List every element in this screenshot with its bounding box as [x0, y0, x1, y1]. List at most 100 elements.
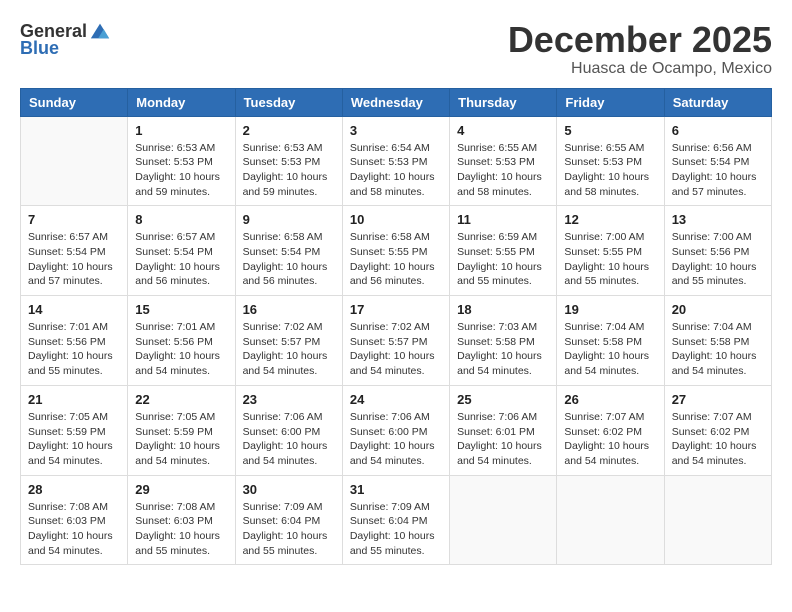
day-info: Sunrise: 7:01 AMSunset: 5:56 PMDaylight:…: [135, 320, 227, 379]
calendar-week-row: 7Sunrise: 6:57 AMSunset: 5:54 PMDaylight…: [21, 206, 772, 296]
calendar-cell: 28Sunrise: 7:08 AMSunset: 6:03 PMDayligh…: [21, 475, 128, 565]
day-info: Sunrise: 6:59 AMSunset: 5:55 PMDaylight:…: [457, 230, 549, 289]
day-number: 5: [564, 123, 656, 138]
day-info: Sunrise: 6:53 AMSunset: 5:53 PMDaylight:…: [243, 141, 335, 200]
day-info: Sunrise: 7:04 AMSunset: 5:58 PMDaylight:…: [672, 320, 764, 379]
column-header-thursday: Thursday: [450, 88, 557, 116]
calendar-cell: 1 Sunrise: 6:53 AMSunset: 5:53 PMDaylight…: [128, 116, 235, 206]
logo-blue: Blue: [20, 38, 59, 59]
page-header: General Blue December 2025 Huasca de Oca…: [20, 20, 772, 78]
day-number: 6: [672, 123, 764, 138]
day-number: 21: [28, 392, 120, 407]
day-number: 10: [350, 212, 442, 227]
calendar-cell: 21 Sunrise: 7:05 AMSunset: 5:59 PMDayligh…: [21, 385, 128, 475]
calendar-cell: 18 Sunrise: 7:03 AMSunset: 5:58 PMDayligh…: [450, 296, 557, 386]
calendar-cell: 9 Sunrise: 6:58 AMSunset: 5:54 PMDaylight…: [235, 206, 342, 296]
calendar-cell: 23Sunrise: 7:06 AMSunset: 6:00 PMDayligh…: [235, 385, 342, 475]
column-header-sunday: Sunday: [21, 88, 128, 116]
calendar-cell: 5 Sunrise: 6:55 AMSunset: 5:53 PMDaylight…: [557, 116, 664, 206]
day-info: Sunrise: 6:57 AMSunset: 5:54 PMDaylight:…: [28, 230, 120, 289]
day-info: Sunrise: 7:02 AMSunset: 5:57 PMDaylight:…: [243, 320, 335, 379]
day-number: 2: [243, 123, 335, 138]
calendar-cell: [450, 475, 557, 565]
calendar-cell: 26 Sunrise: 7:07 AMSunset: 6:02 PMDayligh…: [557, 385, 664, 475]
month-title: December 2025: [508, 20, 772, 60]
calendar-cell: 12 Sunrise: 7:00 AMSunset: 5:55 PMDayligh…: [557, 206, 664, 296]
day-info: Sunrise: 6:57 AMSunset: 5:54 PMDaylight:…: [135, 230, 227, 289]
calendar-cell: 30Sunrise: 7:09 AMSunset: 6:04 PMDayligh…: [235, 475, 342, 565]
day-number: 24: [350, 392, 442, 407]
day-number: 12: [564, 212, 656, 227]
day-info: Sunrise: 6:54 AMSunset: 5:53 PMDaylight:…: [350, 141, 442, 200]
day-number: 28: [28, 482, 120, 497]
day-info: Sunrise: 6:56 AMSunset: 5:54 PMDaylight:…: [672, 141, 764, 200]
calendar-cell: 16 Sunrise: 7:02 AMSunset: 5:57 PMDayligh…: [235, 296, 342, 386]
day-number: 17: [350, 302, 442, 317]
day-info: Sunrise: 6:55 AMSunset: 5:53 PMDaylight:…: [564, 141, 656, 200]
logo: General Blue: [20, 20, 111, 59]
calendar-cell: 27 Sunrise: 7:07 AMSunset: 6:02 PMDayligh…: [664, 385, 771, 475]
day-info: Sunrise: 6:58 AMSunset: 5:55 PMDaylight:…: [350, 230, 442, 289]
column-header-tuesday: Tuesday: [235, 88, 342, 116]
column-header-monday: Monday: [128, 88, 235, 116]
day-info: Sunrise: 7:07 AMSunset: 6:02 PMDaylight:…: [672, 410, 764, 469]
day-info: Sunrise: 7:07 AMSunset: 6:02 PMDaylight:…: [564, 410, 656, 469]
day-number: 4: [457, 123, 549, 138]
day-info: Sunrise: 7:06 AMSunset: 6:00 PMDaylight:…: [350, 410, 442, 469]
day-number: 3: [350, 123, 442, 138]
day-info: Sunrise: 7:09 AMSunset: 6:04 PMDaylight:…: [243, 500, 335, 559]
column-header-friday: Friday: [557, 88, 664, 116]
calendar-cell: 13Sunrise: 7:00 AMSunset: 5:56 PMDayligh…: [664, 206, 771, 296]
day-number: 13: [672, 212, 764, 227]
calendar-week-row: 21 Sunrise: 7:05 AMSunset: 5:59 PMDayligh…: [21, 385, 772, 475]
day-info: Sunrise: 7:08 AMSunset: 6:03 PMDaylight:…: [135, 500, 227, 559]
day-number: 14: [28, 302, 120, 317]
calendar-cell: 6 Sunrise: 6:56 AMSunset: 5:54 PMDaylight…: [664, 116, 771, 206]
calendar-cell: 22Sunrise: 7:05 AMSunset: 5:59 PMDayligh…: [128, 385, 235, 475]
calendar-week-row: 1 Sunrise: 6:53 AMSunset: 5:53 PMDaylight…: [21, 116, 772, 206]
calendar-cell: 15 Sunrise: 7:01 AMSunset: 5:56 PMDayligh…: [128, 296, 235, 386]
day-number: 26: [564, 392, 656, 407]
calendar-cell: 14Sunrise: 7:01 AMSunset: 5:56 PMDayligh…: [21, 296, 128, 386]
day-number: 19: [564, 302, 656, 317]
calendar-cell: 25Sunrise: 7:06 AMSunset: 6:01 PMDayligh…: [450, 385, 557, 475]
calendar-cell: 8 Sunrise: 6:57 AMSunset: 5:54 PMDaylight…: [128, 206, 235, 296]
day-number: 23: [243, 392, 335, 407]
day-info: Sunrise: 6:55 AMSunset: 5:53 PMDaylight:…: [457, 141, 549, 200]
day-info: Sunrise: 7:05 AMSunset: 5:59 PMDaylight:…: [135, 410, 227, 469]
calendar-cell: 20 Sunrise: 7:04 AMSunset: 5:58 PMDayligh…: [664, 296, 771, 386]
calendar-header-row: SundayMondayTuesdayWednesdayThursdayFrid…: [21, 88, 772, 116]
day-number: 16: [243, 302, 335, 317]
day-number: 25: [457, 392, 549, 407]
day-number: 18: [457, 302, 549, 317]
calendar-cell: [664, 475, 771, 565]
day-number: 9: [243, 212, 335, 227]
day-info: Sunrise: 7:04 AMSunset: 5:58 PMDaylight:…: [564, 320, 656, 379]
calendar-cell: [21, 116, 128, 206]
day-info: Sunrise: 7:05 AMSunset: 5:59 PMDaylight:…: [28, 410, 120, 469]
calendar-cell: 2 Sunrise: 6:53 AMSunset: 5:53 PMDaylight…: [235, 116, 342, 206]
calendar-cell: 29 Sunrise: 7:08 AMSunset: 6:03 PMDayligh…: [128, 475, 235, 565]
day-number: 31: [350, 482, 442, 497]
day-info: Sunrise: 7:00 AMSunset: 5:55 PMDaylight:…: [564, 230, 656, 289]
day-info: Sunrise: 7:02 AMSunset: 5:57 PMDaylight:…: [350, 320, 442, 379]
day-number: 11: [457, 212, 549, 227]
day-number: 8: [135, 212, 227, 227]
day-number: 29: [135, 482, 227, 497]
day-number: 27: [672, 392, 764, 407]
calendar-cell: 24 Sunrise: 7:06 AMSunset: 6:00 PMDayligh…: [342, 385, 449, 475]
day-number: 20: [672, 302, 764, 317]
location-title: Huasca de Ocampo, Mexico: [508, 60, 772, 78]
calendar-cell: 31 Sunrise: 7:09 AMSunset: 6:04 PMDayligh…: [342, 475, 449, 565]
day-info: Sunrise: 6:53 AMSunset: 5:53 PMDaylight:…: [135, 141, 227, 200]
day-info: Sunrise: 6:58 AMSunset: 5:54 PMDaylight:…: [243, 230, 335, 289]
title-section: December 2025 Huasca de Ocampo, Mexico: [508, 20, 772, 78]
calendar-cell: 10 Sunrise: 6:58 AMSunset: 5:55 PMDayligh…: [342, 206, 449, 296]
calendar-cell: 11 Sunrise: 6:59 AMSunset: 5:55 PMDayligh…: [450, 206, 557, 296]
calendar-week-row: 14 Sunrise: 7:01 AMSunset: 5:56 PMDayligh…: [21, 296, 772, 386]
day-number: 15: [135, 302, 227, 317]
day-info: Sunrise: 7:09 AMSunset: 6:04 PMDaylight:…: [350, 500, 442, 559]
day-info: Sunrise: 7:03 AMSunset: 5:58 PMDaylight:…: [457, 320, 549, 379]
day-number: 1: [135, 123, 227, 138]
column-header-saturday: Saturday: [664, 88, 771, 116]
